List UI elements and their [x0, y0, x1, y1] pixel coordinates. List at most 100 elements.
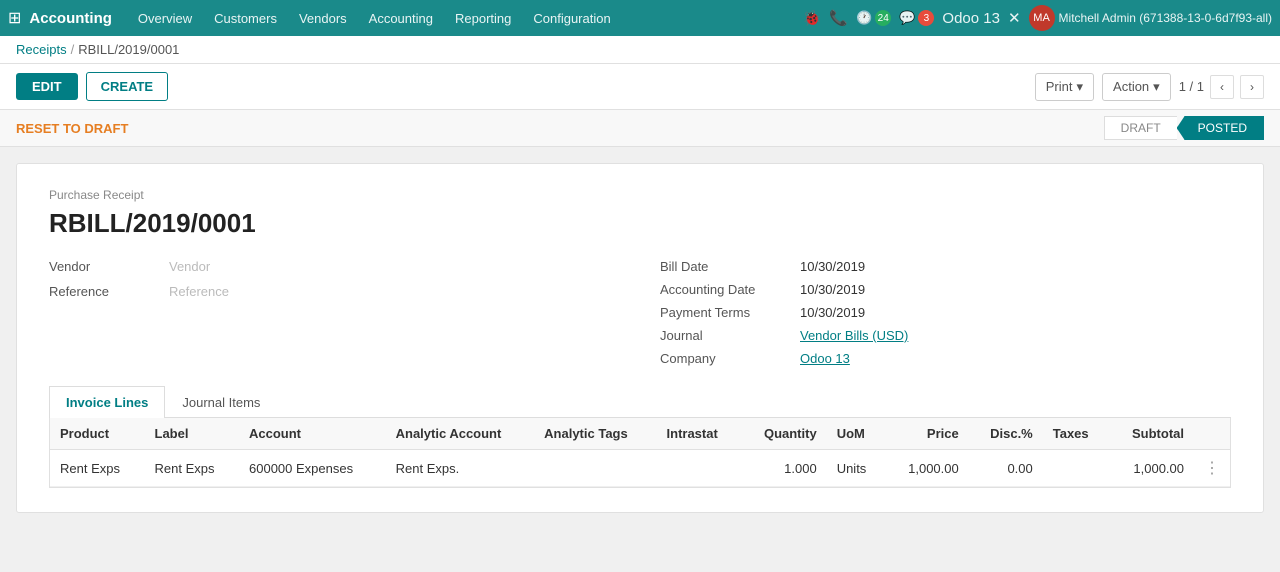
- vendor-field-row: Vendor Vendor: [49, 259, 620, 274]
- col-intrastat: Intrastat: [657, 418, 741, 450]
- cell-label: Rent Exps: [145, 450, 240, 487]
- phone-icon[interactable]: 📞: [829, 9, 848, 27]
- cell-row-actions[interactable]: ⋮: [1194, 450, 1230, 487]
- payment-terms-label: Payment Terms: [660, 305, 800, 320]
- row-actions-icon[interactable]: ⋮: [1204, 460, 1220, 477]
- col-price: Price: [885, 418, 968, 450]
- top-menu: Overview Customers Vendors Accounting Re…: [128, 0, 803, 36]
- nav-vendors[interactable]: Vendors: [289, 0, 357, 36]
- cell-quantity: 1.000: [741, 450, 827, 487]
- notifications-badge: 24: [875, 10, 891, 26]
- clock-icon: 🕐: [856, 10, 872, 26]
- vendor-value[interactable]: Vendor: [169, 259, 210, 274]
- pagination: 1 / 1 ‹ ›: [1179, 75, 1264, 99]
- nav-accounting[interactable]: Accounting: [359, 0, 443, 36]
- prev-page-button[interactable]: ‹: [1210, 75, 1234, 99]
- document-card: Purchase Receipt RBILL/2019/0001 Vendor …: [16, 163, 1264, 513]
- nav-reporting[interactable]: Reporting: [445, 0, 521, 36]
- invoice-lines-table: Product Label Account Analytic Account A…: [50, 418, 1230, 487]
- breadcrumb-current: RBILL/2019/0001: [78, 42, 179, 57]
- col-analytic-tags: Analytic Tags: [534, 418, 656, 450]
- nav-configuration[interactable]: Configuration: [523, 0, 620, 36]
- action-chevron-icon: ▾: [1153, 79, 1160, 95]
- vendor-label: Vendor: [49, 259, 169, 274]
- status-steps: DRAFT POSTED: [1104, 116, 1264, 140]
- reset-to-draft-button[interactable]: RESET TO DRAFT: [16, 121, 128, 136]
- print-dropdown[interactable]: Print ▾: [1035, 73, 1094, 101]
- clock-notifications[interactable]: 🕐 24: [856, 10, 891, 26]
- reference-label: Reference: [49, 284, 169, 299]
- col-account: Account: [239, 418, 386, 450]
- cell-account: 600000 Expenses: [239, 450, 386, 487]
- document-number: RBILL/2019/0001: [49, 208, 1231, 239]
- tab-journal-items[interactable]: Journal Items: [165, 386, 277, 418]
- bill-date-label: Bill Date: [660, 259, 800, 274]
- accounting-date-row: Accounting Date 10/30/2019: [660, 282, 1231, 297]
- odoo-version[interactable]: Odoo 13: [942, 10, 1000, 27]
- company-label: Company: [660, 351, 800, 366]
- company-value[interactable]: Odoo 13: [800, 351, 850, 366]
- company-row: Company Odoo 13: [660, 351, 1231, 366]
- payment-terms-value[interactable]: 10/30/2019: [800, 305, 865, 320]
- status-bar: RESET TO DRAFT DRAFT POSTED: [0, 110, 1280, 147]
- col-taxes: Taxes: [1043, 418, 1109, 450]
- status-posted[interactable]: POSTED: [1177, 116, 1264, 140]
- nav-overview[interactable]: Overview: [128, 0, 202, 36]
- tab-invoice-lines[interactable]: Invoice Lines: [49, 386, 165, 418]
- cell-uom: Units: [827, 450, 886, 487]
- pagination-text: 1 / 1: [1179, 79, 1204, 94]
- fields-section: Vendor Vendor Reference Reference Bill D…: [49, 259, 1231, 366]
- user-menu[interactable]: MA Mitchell Admin (671388-13-0-6d7f93-al…: [1029, 5, 1272, 31]
- tabs: Invoice Lines Journal Items: [49, 386, 1231, 418]
- accounting-date-value[interactable]: 10/30/2019: [800, 282, 865, 297]
- print-chevron-icon: ▾: [1077, 79, 1084, 95]
- reference-value[interactable]: Reference: [169, 284, 229, 299]
- fields-left: Vendor Vendor Reference Reference: [49, 259, 620, 366]
- cell-price: 1,000.00: [885, 450, 968, 487]
- payment-terms-row: Payment Terms 10/30/2019: [660, 305, 1231, 320]
- print-label: Print: [1046, 79, 1073, 94]
- app-name: Accounting: [29, 10, 112, 27]
- cell-taxes: [1043, 450, 1109, 487]
- toolbar: EDIT CREATE Print ▾ Action ▾ 1 / 1 ‹ ›: [0, 64, 1280, 110]
- reference-field-row: Reference Reference: [49, 284, 620, 299]
- accounting-date-label: Accounting Date: [660, 282, 800, 297]
- app-logo: Accounting: [29, 10, 112, 27]
- document-type: Purchase Receipt: [49, 188, 1231, 202]
- create-button[interactable]: CREATE: [86, 72, 168, 101]
- main-content: Purchase Receipt RBILL/2019/0001 Vendor …: [0, 147, 1280, 529]
- journal-label: Journal: [660, 328, 800, 343]
- journal-value[interactable]: Vendor Bills (USD): [800, 328, 908, 343]
- next-page-button[interactable]: ›: [1240, 75, 1264, 99]
- bill-date-row: Bill Date 10/30/2019: [660, 259, 1231, 274]
- breadcrumb-parent[interactable]: Receipts: [16, 42, 67, 57]
- bug-icon[interactable]: 🐞: [803, 9, 822, 27]
- action-label: Action: [1113, 79, 1149, 94]
- grid-icon[interactable]: ⊞: [8, 8, 21, 28]
- col-analytic-account: Analytic Account: [386, 418, 535, 450]
- action-dropdown[interactable]: Action ▾: [1102, 73, 1171, 101]
- topnav-right: 🐞 📞 🕐 24 💬 3 Odoo 13 ✕ MA Mitchell Admin…: [803, 5, 1272, 31]
- top-navigation: ⊞ Accounting Overview Customers Vendors …: [0, 0, 1280, 36]
- invoice-lines-table-container: Product Label Account Analytic Account A…: [49, 418, 1231, 488]
- cell-product: Rent Exps: [50, 450, 145, 487]
- col-actions-header: [1194, 418, 1230, 450]
- messages-btn[interactable]: 💬 3: [899, 10, 934, 26]
- bill-date-value[interactable]: 10/30/2019: [800, 259, 865, 274]
- table-row[interactable]: Rent Exps Rent Exps 600000 Expenses Rent…: [50, 450, 1230, 487]
- user-name: Mitchell Admin (671388-13-0-6d7f93-all): [1059, 11, 1272, 25]
- cell-disc: 0.00: [969, 450, 1043, 487]
- close-icon[interactable]: ✕: [1008, 9, 1021, 27]
- breadcrumb: Receipts / RBILL/2019/0001: [0, 36, 1280, 64]
- col-subtotal: Subtotal: [1109, 418, 1194, 450]
- nav-customers[interactable]: Customers: [204, 0, 287, 36]
- cell-intrastat: [657, 450, 741, 487]
- col-uom: UoM: [827, 418, 886, 450]
- status-draft[interactable]: DRAFT: [1104, 116, 1177, 140]
- cell-analytic-tags: [534, 450, 656, 487]
- chat-icon: 💬: [899, 10, 915, 26]
- breadcrumb-separator: /: [71, 42, 75, 57]
- edit-button[interactable]: EDIT: [16, 73, 78, 100]
- cell-analytic-account: Rent Exps.: [386, 450, 535, 487]
- col-label: Label: [145, 418, 240, 450]
